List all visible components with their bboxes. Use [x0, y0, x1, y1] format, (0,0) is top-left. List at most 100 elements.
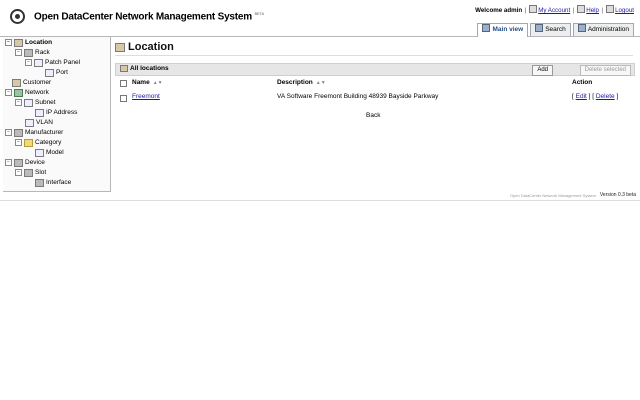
column-header-action: Action: [572, 79, 593, 86]
list-toolbar: All locations Add Delete selected: [115, 63, 635, 76]
tree-item-device[interactable]: − Device: [5, 158, 45, 167]
account-icon: [529, 5, 538, 13]
app-logo-icon: [10, 9, 25, 24]
tree-item-port[interactable]: Port: [45, 68, 68, 77]
tab-administration-label: Administration: [587, 26, 629, 33]
footer: Open DataCenter Network Management Syste…: [0, 192, 640, 201]
user-links: Welcome admin | My Account | Help | Logo…: [475, 5, 634, 14]
delete-selected-button[interactable]: Delete selected: [579, 65, 631, 76]
tree-item-slot[interactable]: − Slot: [15, 168, 46, 177]
tree-item-vlan[interactable]: VLAN: [25, 118, 53, 127]
tree-item-manufacturer[interactable]: − Manufacturer: [5, 128, 63, 137]
vlan-icon: [25, 118, 34, 127]
tree-item-model[interactable]: Model: [35, 148, 64, 157]
sort-icon[interactable]: ▲▼: [316, 80, 326, 86]
main-tabs: Main view Search Administration: [477, 23, 634, 37]
panel-label-text: All locations: [130, 65, 169, 72]
tree-item-label: Manufacturer: [25, 129, 64, 136]
collapse-icon[interactable]: −: [25, 59, 32, 66]
location-description: VA Software Freemont Building 48939 Bays…: [277, 93, 439, 100]
ip-address-icon: [35, 108, 44, 117]
collapse-icon[interactable]: −: [15, 49, 22, 56]
column-header-name[interactable]: Name ▲▼: [132, 79, 163, 86]
tree-item-customer[interactable]: Customer: [12, 78, 51, 87]
navigation-tree: − Location − Rack − Patch Panel Port Custom…: [3, 37, 111, 192]
tab-search-label: Search: [545, 26, 566, 33]
delete-link[interactable]: Delete: [596, 93, 615, 100]
tree-item-label: Device: [25, 159, 45, 166]
collapse-icon[interactable]: −: [15, 139, 22, 146]
column-header-description[interactable]: Description ▲▼: [277, 79, 326, 86]
tree-item-label: IP Address: [46, 109, 78, 116]
slot-icon: [24, 168, 33, 177]
building-icon: [14, 38, 23, 47]
collapse-icon[interactable]: −: [5, 39, 12, 46]
main-content: Location All locations Add Delete select…: [111, 37, 637, 191]
tree-item-label: Customer: [23, 79, 52, 86]
port-icon: [45, 68, 54, 77]
tree-item-rack[interactable]: − Rack: [15, 48, 50, 57]
panel-label: All locations: [120, 65, 169, 72]
building-icon: [120, 65, 128, 72]
tree-item-label: Subnet: [35, 99, 56, 106]
wrench-icon: [577, 24, 586, 32]
logout-link[interactable]: Logout: [615, 7, 634, 14]
building-icon: [115, 42, 125, 52]
tree-item-label: Category: [35, 139, 62, 146]
app-title: Open DataCenter Network Management Syste…: [34, 11, 265, 23]
search-icon: [535, 24, 544, 32]
subnet-icon: [24, 98, 33, 107]
location-name-link[interactable]: Freemont: [132, 93, 160, 100]
tree-item-label: Interface: [46, 179, 72, 186]
tree-item-label: Location: [25, 39, 53, 46]
tree-item-category[interactable]: − Category: [15, 138, 61, 147]
tab-main-view[interactable]: Main view: [477, 23, 529, 37]
footer-note: Open DataCenter Network Management Syste…: [509, 193, 596, 198]
beta-badge: BETA: [254, 11, 265, 16]
collapse-icon[interactable]: −: [5, 129, 12, 136]
tree-item-subnet[interactable]: − Subnet: [15, 98, 56, 107]
divider: [115, 55, 633, 56]
tree-item-patch-panel[interactable]: − Patch Panel: [25, 58, 80, 67]
folder-icon: [24, 138, 33, 147]
tab-main-view-label: Main view: [492, 26, 524, 33]
tree-item-ip-address[interactable]: IP Address: [35, 108, 77, 117]
collapse-icon[interactable]: −: [15, 169, 22, 176]
device-icon: [14, 158, 23, 167]
collapse-icon[interactable]: −: [5, 159, 12, 166]
help-link[interactable]: Help: [586, 7, 599, 14]
tree-item-label: Network: [25, 89, 49, 96]
logout-icon: [606, 5, 615, 13]
row-checkbox[interactable]: [120, 95, 127, 102]
tree-item-location[interactable]: − Location: [5, 38, 52, 47]
add-button[interactable]: Add: [532, 65, 553, 76]
back-link[interactable]: Back: [366, 112, 380, 119]
edit-link[interactable]: Edit: [576, 93, 587, 100]
customer-icon: [12, 78, 21, 87]
collapse-icon[interactable]: −: [5, 89, 12, 96]
my-account-link[interactable]: My Account: [538, 7, 570, 14]
tree-item-label: Port: [56, 69, 68, 76]
tree-item-interface[interactable]: Interface: [35, 178, 71, 187]
column-header-name-label: Name: [132, 79, 150, 86]
tree-item-network[interactable]: − Network: [5, 88, 49, 97]
rack-icon: [24, 48, 33, 57]
patch-panel-icon: [34, 58, 43, 67]
tree-item-label: Patch Panel: [45, 59, 81, 66]
sort-icon[interactable]: ▲▼: [153, 80, 163, 86]
tree-item-label: Model: [46, 149, 64, 156]
row-actions: [ Edit ] [ Delete ]: [572, 93, 619, 100]
collapse-icon[interactable]: −: [15, 99, 22, 106]
tree-item-label: Slot: [35, 169, 47, 176]
help-icon: [577, 5, 586, 13]
tab-administration[interactable]: Administration: [572, 23, 634, 36]
tree-item-label: Rack: [35, 49, 50, 56]
version-label: Version 0.3 beta: [599, 192, 636, 198]
select-all-checkbox[interactable]: [120, 80, 127, 87]
network-icon: [14, 88, 23, 97]
interface-icon: [35, 178, 44, 187]
tree-item-label: VLAN: [36, 119, 53, 126]
app-header: Open DataCenter Network Management Syste…: [0, 0, 640, 37]
model-icon: [35, 148, 44, 157]
tab-search[interactable]: Search: [530, 23, 571, 36]
